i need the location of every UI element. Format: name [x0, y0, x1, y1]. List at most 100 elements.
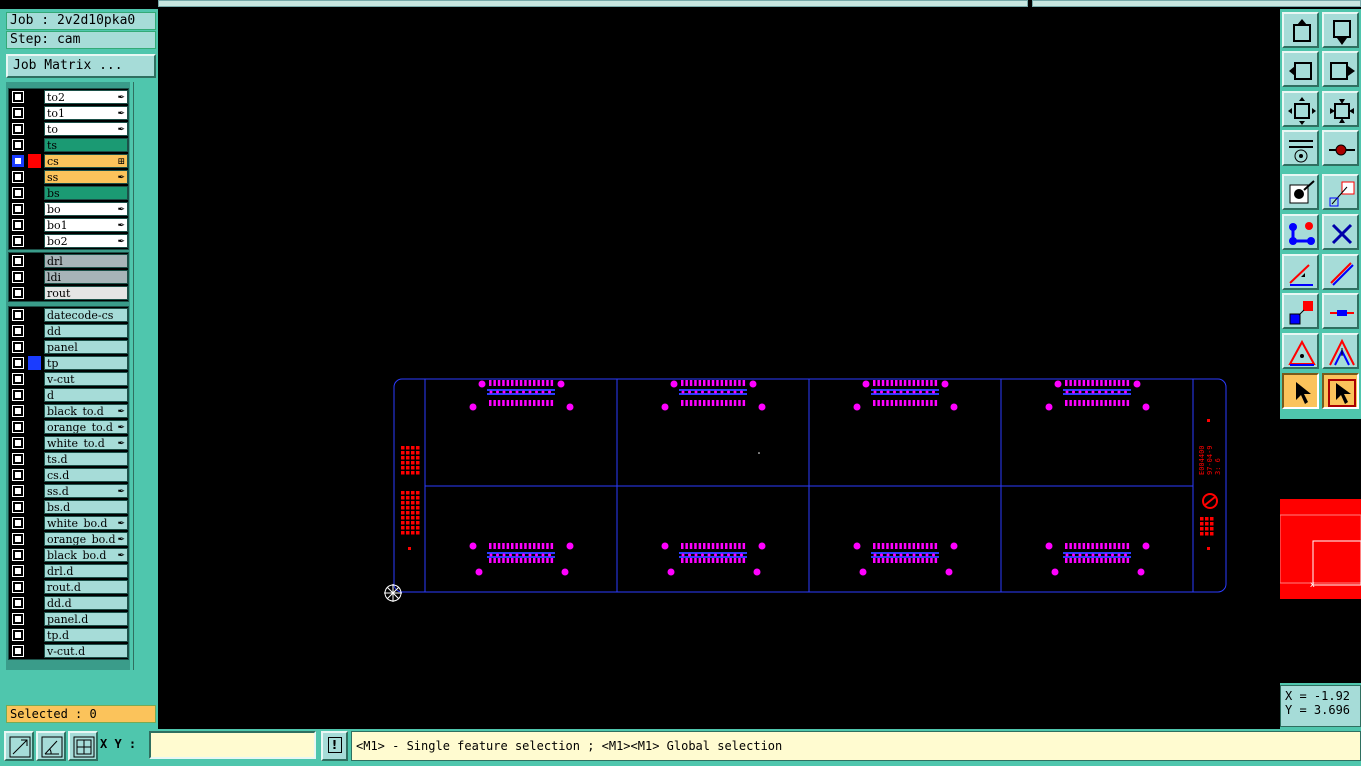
layer-checkbox[interactable] — [12, 629, 24, 641]
layer-checkbox[interactable] — [12, 107, 24, 119]
layer-name-ldi[interactable]: ldi — [44, 270, 128, 284]
pan-down-button[interactable] — [1322, 12, 1359, 48]
layer-checkbox[interactable] — [12, 613, 24, 625]
pan-left-button[interactable] — [1282, 51, 1319, 87]
pointer-box-button[interactable] — [1322, 373, 1359, 409]
xy-input[interactable] — [149, 731, 316, 759]
layer-name-ss[interactable]: ss ✒ — [44, 170, 128, 184]
layer-name-white-to-d[interactable]: white_to.d ✒ — [44, 436, 128, 450]
layer-checkbox[interactable] — [12, 485, 24, 497]
layer-name-panel[interactable]: panel — [44, 340, 128, 354]
layer-name-ts[interactable]: ts — [44, 138, 128, 152]
zoom-in-button[interactable] — [1282, 91, 1319, 127]
layer-name-to[interactable]: to ✒ — [44, 122, 128, 136]
connect-button[interactable] — [1282, 214, 1319, 250]
layer-name-ss-d[interactable]: ss.d ✒ — [44, 484, 128, 498]
layer-checkbox[interactable] — [12, 123, 24, 135]
layer-row[interactable]: v-cut.d — [9, 644, 128, 658]
layer-row[interactable]: panel — [9, 340, 128, 354]
snap-button[interactable] — [1322, 130, 1359, 166]
measure-button[interactable] — [1282, 130, 1319, 166]
layer-checkbox[interactable] — [12, 517, 24, 529]
layer-row[interactable]: to ✒ — [9, 122, 128, 136]
layer-row[interactable]: rout — [9, 286, 128, 300]
layer-row[interactable]: drl — [9, 254, 128, 268]
layer-row[interactable]: dd.d — [9, 596, 128, 610]
select-point-button[interactable] — [1282, 174, 1319, 210]
layer-checkbox[interactable] — [12, 139, 24, 151]
layer-checkbox[interactable] — [12, 235, 24, 247]
snap-toggle-button[interactable] — [36, 731, 66, 761]
pan-up-button[interactable] — [1282, 12, 1319, 48]
layer-row[interactable]: dd — [9, 324, 128, 338]
move-button[interactable] — [1282, 293, 1319, 329]
layer-checkbox[interactable] — [12, 405, 24, 417]
layer-row[interactable]: tp — [9, 356, 128, 370]
select-area-button[interactable] — [1322, 174, 1359, 210]
overview-minimap[interactable]: x — [1279, 419, 1361, 683]
layer-name-panel-d[interactable]: panel.d — [44, 612, 128, 626]
layer-name-drl[interactable]: drl — [44, 254, 128, 268]
layer-row[interactable]: panel.d — [9, 612, 128, 626]
layer-row[interactable]: ts.d — [9, 452, 128, 466]
layer-name-to2[interactable]: to2 ✒ — [44, 90, 128, 104]
layer-checkbox[interactable] — [12, 357, 24, 369]
layer-name-tp[interactable]: tp — [44, 356, 128, 370]
layer-row[interactable]: ss.d ✒ — [9, 484, 128, 498]
layer-name-to1[interactable]: to1 ✒ — [44, 106, 128, 120]
layer-name-bs[interactable]: bs — [44, 186, 128, 200]
layer-checkbox[interactable] — [12, 373, 24, 385]
job-matrix-button[interactable]: Job Matrix ... — [6, 54, 156, 78]
layer-name-dd[interactable]: dd — [44, 324, 128, 338]
layer-checkbox[interactable] — [12, 645, 24, 657]
layer-checkbox[interactable] — [12, 309, 24, 321]
layer-row[interactable]: white_bo.d ✒ — [9, 516, 128, 530]
layer-row[interactable]: bo2 ✒ — [9, 234, 128, 248]
layer-name-bo1[interactable]: bo1 ✒ — [44, 218, 128, 232]
layer-row[interactable]: bs — [9, 186, 128, 200]
zoom-out-button[interactable] — [1322, 91, 1359, 127]
layer-checkbox[interactable] — [12, 171, 24, 183]
layer-row[interactable]: to2 ✒ — [9, 90, 128, 104]
graphics-canvas[interactable]: E004400 97-04-9 3: 6 — [158, 9, 1280, 729]
layer-checkbox[interactable] — [12, 287, 24, 299]
layer-row[interactable]: datecode-cs — [9, 308, 128, 322]
layer-checkbox[interactable] — [12, 341, 24, 353]
layer-name-dd-d[interactable]: dd.d — [44, 596, 128, 610]
layer-checkbox[interactable] — [12, 219, 24, 231]
layer-row[interactable]: orange_bo.d ✒ — [9, 532, 128, 546]
layer-row[interactable]: rout.d — [9, 580, 128, 594]
layer-row[interactable]: tp.d — [9, 628, 128, 642]
layer-name-black-to-d[interactable]: black_to.d ✒ — [44, 404, 128, 418]
layer-name-cs[interactable]: cs ⊞ — [44, 154, 128, 168]
layer-checkbox[interactable] — [12, 203, 24, 215]
layer-checkbox[interactable] — [12, 91, 24, 103]
layer-row[interactable]: bs.d — [9, 500, 128, 514]
layer-checkbox[interactable] — [12, 533, 24, 545]
arrow-triangle-button[interactable] — [1322, 333, 1359, 369]
layer-name-drl-d[interactable]: drl.d — [44, 564, 128, 578]
layer-name-white-bo-d[interactable]: white_bo.d ✒ — [44, 516, 128, 530]
zoom-fit-button[interactable] — [4, 731, 34, 761]
layer-row[interactable]: d — [9, 388, 128, 402]
layer-name-cs-d[interactable]: cs.d — [44, 468, 128, 482]
pointer-button[interactable] — [1282, 373, 1319, 409]
layer-row[interactable]: ts — [9, 138, 128, 152]
layer-name-bs-d[interactable]: bs.d — [44, 500, 128, 514]
layer-name-bo2[interactable]: bo2 ✒ — [44, 234, 128, 248]
layer-name-orange-bo-d[interactable]: orange_bo.d ✒ — [44, 532, 128, 546]
dash-button[interactable] — [1322, 293, 1359, 329]
layer-row[interactable]: cs.d — [9, 468, 128, 482]
layer-name-d[interactable]: d — [44, 388, 128, 402]
layer-row[interactable]: white_to.d ✒ — [9, 436, 128, 450]
layer-row[interactable]: orange_to.d ✒ — [9, 420, 128, 434]
layer-name-tp-d[interactable]: tp.d — [44, 628, 128, 642]
layer-checkbox[interactable] — [12, 187, 24, 199]
layer-checkbox[interactable] — [12, 255, 24, 267]
layer-row[interactable]: black_to.d ✒ — [9, 404, 128, 418]
layer-name-rout-d[interactable]: rout.d — [44, 580, 128, 594]
layer-row[interactable]: bo ✒ — [9, 202, 128, 216]
layer-name-orange-to-d[interactable]: orange_to.d ✒ — [44, 420, 128, 434]
warning-button[interactable]: ! — [321, 731, 348, 761]
triangle-button[interactable] — [1282, 333, 1319, 369]
